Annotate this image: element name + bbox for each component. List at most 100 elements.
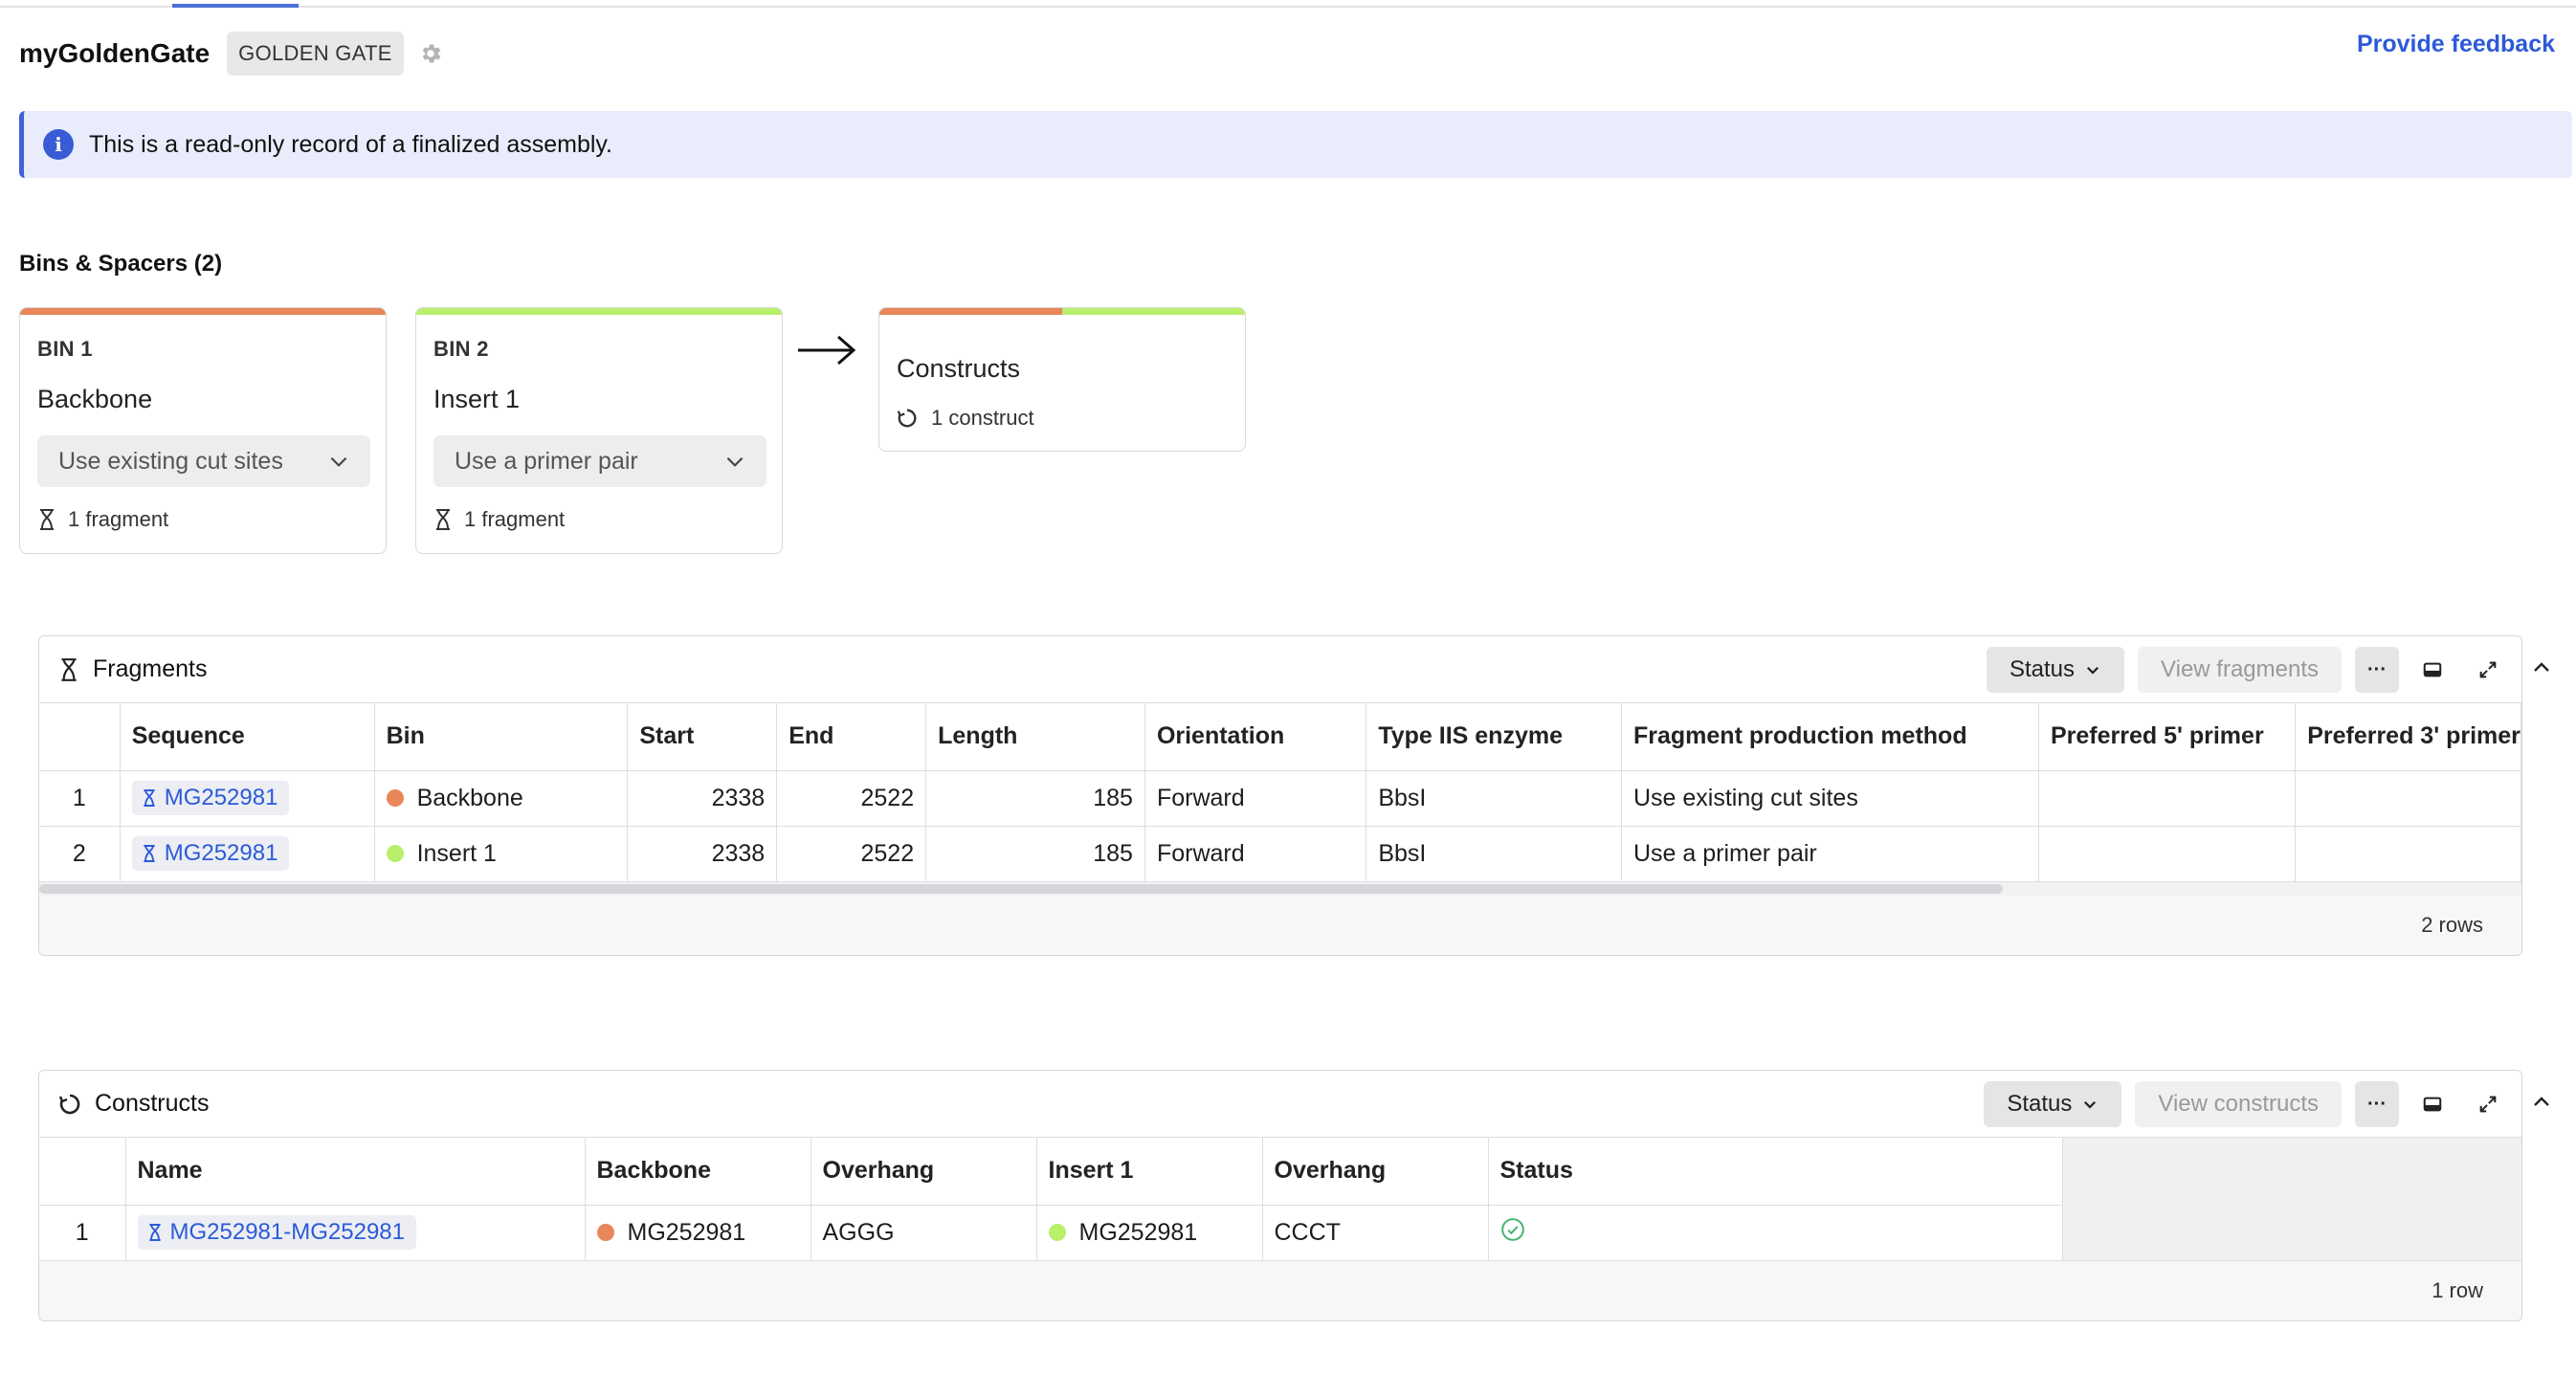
length-cell: 185 — [925, 826, 1145, 882]
construct-link[interactable]: MG252981-MG252981 — [137, 1215, 416, 1250]
column-header[interactable]: Insert 1 — [1036, 1138, 1263, 1206]
column-header[interactable]: Preferred 5' primer — [2038, 703, 2297, 771]
fragments-panel-title: Fragments — [93, 655, 208, 682]
row-index: 2 — [39, 826, 121, 882]
sequence-link[interactable]: MG252981 — [131, 836, 290, 871]
bin-label: BIN 2 — [433, 337, 489, 361]
bin-card-2[interactable]: BIN 2 Insert 1 Use a primer pair 1 fragm… — [415, 307, 783, 554]
bin-card-1[interactable]: BIN 1 Backbone Use existing cut sites 1 … — [19, 307, 387, 554]
sequence-link[interactable]: MG252981 — [131, 781, 290, 815]
fragment-count-label: 1 fragment — [464, 507, 566, 531]
table-row[interactable]: 2 MG252981 Insert 1 2338 2522 185 Forwar… — [39, 826, 2521, 882]
bin-color-dot — [386, 844, 404, 862]
column-header[interactable]: Preferred 3' primer — [2295, 703, 2521, 771]
column-header[interactable]: Type IIS enzyme — [1366, 703, 1622, 771]
orientation-cell: Forward — [1144, 826, 1367, 882]
construct-count-label: 1 construct — [931, 406, 1034, 430]
column-header[interactable]: Orientation — [1144, 703, 1367, 771]
row-count: 2 rows — [2421, 912, 2483, 937]
insert-name: MG252981 — [1078, 1218, 1198, 1246]
more-options-button[interactable]: ··· — [2355, 647, 2399, 693]
name-cell: MG252981-MG252981 — [125, 1205, 586, 1261]
hourglass-icon — [61, 657, 77, 681]
insert-cell: MG252981 — [1036, 1205, 1263, 1261]
hourglass-icon — [144, 845, 155, 862]
column-header[interactable]: Start — [627, 703, 778, 771]
fragment-count-label: 1 fragment — [68, 507, 169, 531]
table-row[interactable]: 1 MG252981-MG252981 MG252981 AGGG MG2529… — [39, 1205, 2063, 1261]
constructs-card[interactable]: Constructs 1 construct — [878, 307, 1246, 452]
constructs-table: Name Backbone Overhang Insert 1 Overhang… — [39, 1138, 2063, 1261]
row-index-header — [39, 703, 121, 771]
empty-table-area — [2062, 1138, 2521, 1261]
fragments-toolbar: Status View fragments ··· — [1986, 636, 2521, 703]
select-value: Use existing cut sites — [58, 447, 283, 475]
status-button-label: Status — [2007, 1091, 2073, 1117]
method-cell: Use existing cut sites — [1621, 770, 2039, 827]
expand-icon[interactable] — [2466, 1081, 2510, 1127]
fragments-panel-header: Fragments Status View fragments ··· — [39, 636, 2521, 703]
backbone-name: MG252981 — [627, 1218, 746, 1246]
bin-color-bar — [416, 308, 782, 315]
app-title: myGoldenGate — [19, 38, 211, 68]
column-header[interactable]: Overhang — [811, 1138, 1037, 1206]
constructs-table-wrap: Name Backbone Overhang Insert 1 Overhang… — [39, 1138, 2521, 1261]
column-header[interactable]: Backbone — [585, 1138, 811, 1206]
column-header[interactable]: Name — [125, 1138, 586, 1206]
fragment-count: 1 fragment — [37, 507, 168, 532]
primer5-cell — [2038, 770, 2297, 827]
status-filter-button[interactable]: Status — [1986, 647, 2125, 693]
primer3-cell — [2295, 770, 2521, 827]
panel-layout-icon[interactable] — [2410, 647, 2454, 693]
info-icon: i — [43, 129, 74, 160]
end-cell: 2522 — [776, 826, 927, 882]
expand-icon[interactable] — [2466, 647, 2510, 693]
constructs-footer: 1 row — [39, 1260, 2521, 1320]
view-fragments-button[interactable]: View fragments — [2138, 647, 2342, 693]
fragment-method-select[interactable]: Use existing cut sites — [37, 435, 370, 487]
column-header[interactable]: Length — [925, 703, 1145, 771]
environment-badge[interactable]: GOLDEN GATE — [227, 32, 404, 76]
column-header[interactable]: Overhang — [1262, 1138, 1489, 1206]
more-options-button[interactable]: ··· — [2355, 1081, 2399, 1127]
backbone-cell: MG252981 — [585, 1205, 811, 1261]
enzyme-cell: BbsI — [1366, 770, 1622, 827]
active-tab-indicator — [172, 4, 299, 8]
fragment-method-select[interactable]: Use a primer pair — [433, 435, 766, 487]
top-tab-strip — [0, 4, 2576, 8]
bin-color-dot — [1048, 1223, 1066, 1241]
constructs-panel-header: Constructs Status View constructs ··· — [39, 1071, 2521, 1138]
gear-icon[interactable] — [417, 40, 444, 67]
read-only-banner: i This is a read-only record of a finali… — [19, 111, 2572, 178]
scrollbar-thumb[interactable] — [39, 883, 2003, 894]
bin-color-bar — [20, 308, 386, 315]
panel-layout-icon[interactable] — [2410, 1081, 2454, 1127]
horizontal-scrollbar[interactable] — [39, 881, 2521, 896]
column-header[interactable]: Sequence — [120, 703, 375, 771]
column-header[interactable]: Fragment production method — [1621, 703, 2039, 771]
column-header[interactable]: End — [776, 703, 927, 771]
sequence-name: MG252981 — [164, 840, 278, 866]
fragment-count: 1 fragment — [433, 507, 565, 532]
table-header-row: Sequence Bin Start End Length Orientatio… — [39, 703, 2521, 771]
status-button-label: Status — [2009, 656, 2076, 682]
hourglass-icon — [436, 509, 450, 530]
sequence-cell: MG252981 — [120, 770, 375, 827]
chevron-up-icon[interactable] — [2528, 1091, 2555, 1114]
check-circle-icon — [1500, 1217, 1524, 1241]
end-cell: 2522 — [776, 770, 927, 827]
chevron-down-icon — [2084, 1100, 2097, 1109]
table-row[interactable]: 1 MG252981 Backbone 2338 2522 185 Forwar… — [39, 770, 2521, 827]
primer3-cell — [2295, 826, 2521, 882]
chevron-down-icon — [726, 456, 744, 467]
column-header[interactable]: Status — [1488, 1138, 2063, 1206]
chevron-down-icon — [2086, 666, 2099, 675]
chevron-up-icon[interactable] — [2528, 656, 2555, 679]
column-header[interactable]: Bin — [374, 703, 629, 771]
status-filter-button[interactable]: Status — [1984, 1081, 2122, 1127]
view-constructs-button[interactable]: View constructs — [2135, 1081, 2342, 1127]
provide-feedback-link[interactable]: Provide feedback — [2357, 31, 2555, 58]
row-index-header — [39, 1138, 126, 1206]
row-count: 1 row — [2432, 1277, 2483, 1302]
enzyme-cell: BbsI — [1366, 826, 1622, 882]
